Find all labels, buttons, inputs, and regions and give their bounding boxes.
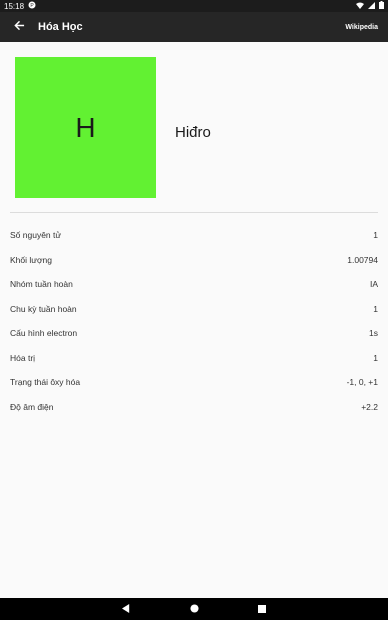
property-label: Số nguyên tử bbox=[10, 230, 62, 241]
properties-list: Số nguyên tử 1 Khối lượng 1.00794 Nhóm tuần … bbox=[10, 223, 378, 419]
element-symbol: H bbox=[75, 111, 96, 143]
element-detail: H Hiđro Số nguyên tử 1 Khối lượng 1.00794 Nh… bbox=[0, 42, 388, 598]
battery-icon bbox=[379, 1, 384, 11]
property-value: +2.2 bbox=[361, 401, 378, 412]
property-row: Cấu hình electron 1s bbox=[10, 321, 378, 346]
property-row: Nhóm tuần hoàn IA bbox=[10, 272, 378, 297]
property-label: Độ âm điện bbox=[10, 401, 54, 412]
notification-icon: P bbox=[28, 1, 36, 11]
property-value: IA bbox=[369, 279, 378, 290]
property-value: 1 bbox=[373, 352, 378, 363]
property-value: -1, 0, +1 bbox=[346, 377, 378, 388]
divider bbox=[10, 212, 378, 213]
property-row: Chu kỳ tuần hoàn 1 bbox=[10, 297, 378, 322]
app-title: Hóa Học bbox=[38, 21, 83, 33]
property-row: Hóa trị 1 bbox=[10, 346, 378, 371]
nav-back-icon bbox=[121, 600, 131, 618]
property-label: Trạng thái ôxy hóa bbox=[10, 377, 81, 388]
wikipedia-button[interactable]: Wikipedia bbox=[345, 24, 378, 31]
nav-home-icon bbox=[189, 600, 199, 618]
element-name: Hiđro bbox=[175, 124, 211, 141]
property-label: Nhóm tuần hoàn bbox=[10, 279, 73, 290]
property-label: Cấu hình electron bbox=[10, 328, 78, 339]
status-bar: 15:18 P bbox=[0, 0, 388, 12]
nav-recents-button[interactable] bbox=[254, 601, 270, 617]
nav-recents-icon bbox=[258, 600, 266, 618]
status-time: 15:18 bbox=[4, 1, 25, 11]
property-row: Khối lượng 1.00794 bbox=[10, 248, 378, 273]
signal-icon bbox=[368, 1, 375, 11]
wifi-icon bbox=[356, 2, 364, 11]
property-value: 1 bbox=[373, 303, 378, 314]
property-row: Số nguyên tử 1 bbox=[10, 223, 378, 248]
property-value: 1s bbox=[369, 328, 378, 339]
back-arrow-icon bbox=[13, 18, 25, 36]
navigation-bar bbox=[0, 598, 388, 620]
back-button[interactable] bbox=[0, 12, 38, 42]
nav-home-button[interactable] bbox=[186, 601, 202, 617]
app-bar: Hóa Học Wikipedia bbox=[0, 12, 388, 42]
property-row: Độ âm điện +2.2 bbox=[10, 395, 378, 420]
nav-back-button[interactable] bbox=[118, 601, 134, 617]
property-row: Trạng thái ôxy hóa -1, 0, +1 bbox=[10, 370, 378, 395]
property-label: Chu kỳ tuần hoàn bbox=[10, 303, 77, 314]
element-symbol-tile: H bbox=[15, 57, 156, 198]
property-value: 1 bbox=[373, 230, 378, 241]
property-label: Hóa trị bbox=[10, 352, 36, 363]
property-label: Khối lượng bbox=[10, 254, 52, 265]
property-value: 1.00794 bbox=[347, 254, 378, 265]
